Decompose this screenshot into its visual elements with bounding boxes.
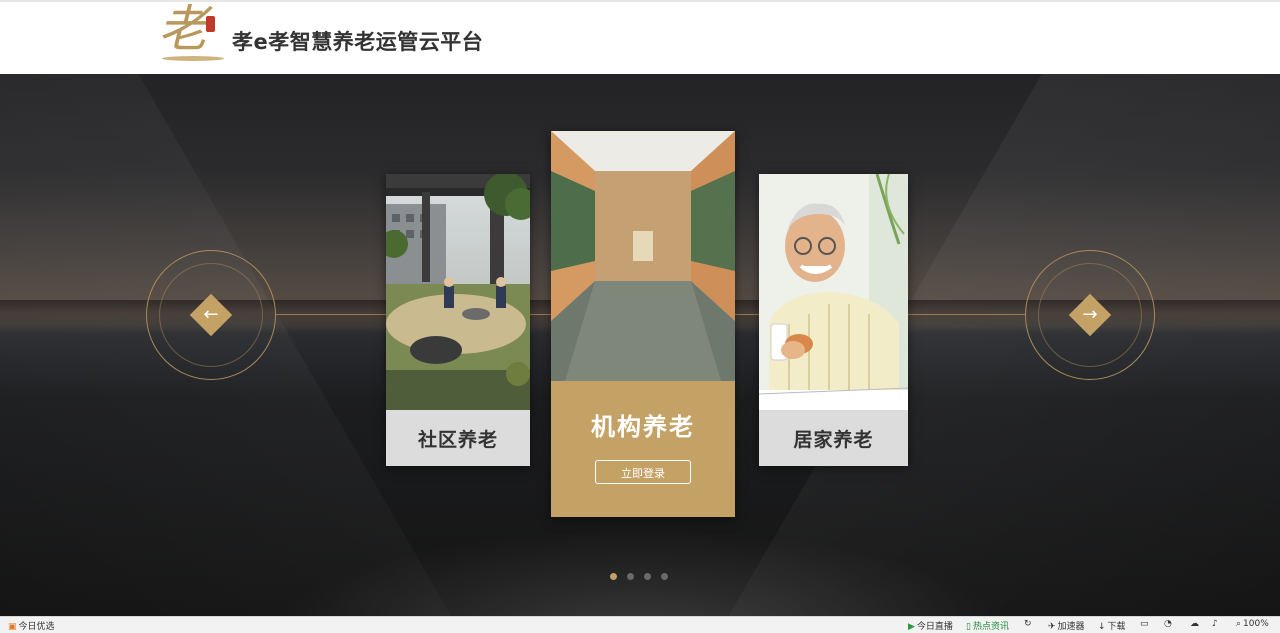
- statusbar-news-label: 热点资讯: [972, 622, 1009, 632]
- elderly-man-photo: [759, 174, 908, 410]
- statusbar-live[interactable]: ▶ 今日直播: [908, 619, 953, 632]
- refresh-icon: ↻: [1024, 619, 1032, 629]
- statusbar-sound[interactable]: ♪: [1212, 619, 1220, 629]
- red-seal-icon: [206, 16, 215, 32]
- statusbar-shield[interactable]: ◔: [1164, 619, 1174, 629]
- statusbar-left[interactable]: ▣ 今日优选: [8, 619, 55, 632]
- rocket-icon: ✈: [1048, 622, 1056, 632]
- card-institution[interactable]: 机构养老 立即登录: [551, 131, 735, 517]
- download-icon: ↓: [1098, 622, 1106, 632]
- connector-line-right: [908, 314, 1025, 315]
- phone-icon: ▯: [966, 622, 971, 632]
- statusbar-refresh[interactable]: ↻: [1024, 619, 1034, 629]
- community-garden-photo: [386, 174, 530, 410]
- statusbar-live-label: 今日直播: [916, 622, 953, 632]
- cloud-icon: ☁: [1190, 619, 1199, 629]
- brand-title: 孝e孝智慧养老运管云平台: [232, 30, 484, 54]
- carousel-dot-1[interactable]: [610, 573, 617, 580]
- browser-status-bar: ▣ 今日优选 ▶ 今日直播 ▯ 热点资讯 ↻ ✈ 加速器 ↓ 下载 ▭ ◔ ☁ ♪ ⌕ 10…: [0, 616, 1280, 633]
- card-institution-label: 机构养老: [591, 413, 695, 441]
- card-home-label: 居家养老: [759, 410, 908, 466]
- connector-line-center-right: [735, 314, 759, 315]
- prev-button[interactable]: ←: [189, 293, 233, 337]
- card-community[interactable]: 社区养老: [386, 174, 530, 466]
- carousel-dot-3[interactable]: [644, 573, 651, 580]
- brand-logo[interactable]: 老: [158, 4, 224, 68]
- statusbar-zoom-label: 100%: [1243, 619, 1269, 629]
- carousel-dot-4[interactable]: [661, 573, 668, 580]
- carousel-dot-2[interactable]: [627, 573, 634, 580]
- window-icon: ▭: [1140, 619, 1149, 629]
- statusbar-window[interactable]: ▭: [1140, 619, 1151, 629]
- shield-icon: ◔: [1164, 619, 1172, 629]
- card-institution-caption: 机构养老 立即登录: [551, 381, 735, 517]
- arrow-right-icon: →: [1082, 304, 1098, 325]
- institution-corridor-photo: [551, 131, 735, 381]
- speaker-icon: ♪: [1212, 619, 1218, 629]
- card-community-label: 社区养老: [386, 410, 530, 466]
- card-home[interactable]: 居家养老: [759, 174, 908, 466]
- statusbar-download-label: 下载: [1107, 622, 1126, 632]
- statusbar-accelerator[interactable]: ✈ 加速器: [1048, 619, 1085, 632]
- connector-line-center-left: [530, 314, 551, 315]
- connector-line-left: [276, 314, 386, 315]
- statusbar-news[interactable]: ▯ 热点资讯: [966, 619, 1009, 632]
- statusbar-download[interactable]: ↓ 下载: [1098, 619, 1126, 632]
- next-button[interactable]: →: [1068, 293, 1112, 337]
- statusbar-accelerator-label: 加速器: [1057, 622, 1085, 632]
- gift-icon: ▣: [8, 622, 17, 632]
- arrow-left-icon: ←: [203, 304, 219, 325]
- play-icon: ▶: [908, 622, 915, 632]
- login-button[interactable]: 立即登录: [595, 460, 691, 484]
- statusbar-zoom[interactable]: ⌕ 100%: [1236, 619, 1269, 629]
- site-header: 老 孝e孝智慧养老运管云平台: [0, 0, 1280, 74]
- statusbar-cloud[interactable]: ☁: [1190, 619, 1201, 629]
- carousel-pagination: [610, 565, 678, 580]
- statusbar-left-label: 今日优选: [18, 622, 55, 632]
- logo-swoosh: [162, 56, 224, 61]
- calligraphy-logo-icon: 老: [158, 0, 208, 58]
- magnifier-icon: ⌕: [1236, 619, 1242, 629]
